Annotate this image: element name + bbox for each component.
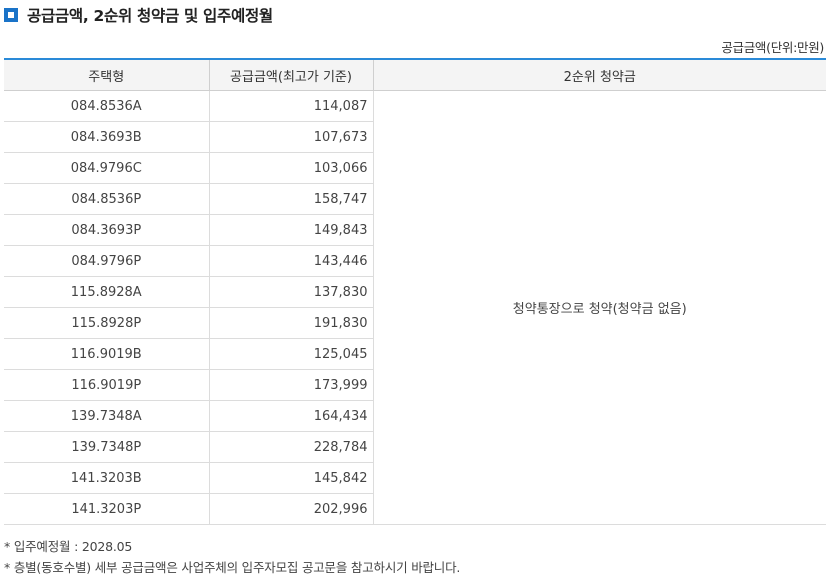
second-rank-deposit-cell: 청약통장으로 청약(청약금 없음)	[372, 90, 826, 525]
supply-amount-cell: 143,446	[208, 245, 373, 277]
housing-type-cell: 084.3693B	[4, 121, 209, 153]
supply-amount-cell: 107,673	[208, 121, 373, 153]
supply-amount-cell: 103,066	[208, 152, 373, 184]
supply-amount-cell: 149,843	[208, 214, 373, 246]
housing-type-cell: 115.8928A	[4, 276, 209, 308]
supply-amount-cell: 158,747	[208, 183, 373, 215]
unit-label: 공급금액(단위:만원)	[721, 40, 824, 55]
housing-type-cell: 084.3693P	[4, 214, 209, 246]
supply-amount-cell: 173,999	[208, 369, 373, 401]
table-body: 084.8536A 114,087 청약통장으로 청약(청약금 없음) 084.369…	[4, 90, 826, 525]
housing-type-cell: 116.9019B	[4, 338, 209, 370]
housing-type-cell: 139.7348P	[4, 431, 209, 463]
column-header-housing-type: 주택형	[4, 58, 209, 91]
supply-amount-cell: 137,830	[208, 276, 373, 308]
housing-type-cell: 084.8536A	[4, 90, 209, 122]
page: 공급금액, 2순위 청약금 및 입주예정월 공급금액(단위:만원) 주택형 공급…	[0, 0, 828, 581]
supply-amount-cell: 228,784	[208, 431, 373, 463]
housing-type-cell: 115.8928P	[4, 307, 209, 339]
housing-type-cell: 084.8536P	[4, 183, 209, 215]
table-row: 084.8536A 114,087 청약통장으로 청약(청약금 없음)	[4, 90, 826, 525]
note-move-in-month: * 입주예정월 : 2028.05	[4, 539, 133, 554]
supply-amount-cell: 114,087	[208, 90, 373, 122]
column-header-second-rank-deposit: 2순위 청약금	[372, 58, 826, 91]
notes: * 입주예정월 : 2028.05 * 층별(동호수별) 세부 공급금액은 사업…	[4, 536, 460, 578]
supply-amount-cell: 125,045	[208, 338, 373, 370]
housing-type-cell: 116.9019P	[4, 369, 209, 401]
housing-type-cell: 141.3203P	[4, 493, 209, 525]
square-bullet-icon	[4, 8, 18, 22]
housing-type-cell: 139.7348A	[4, 400, 209, 432]
housing-type-cell: 084.9796C	[4, 152, 209, 184]
supply-amount-cell: 202,996	[208, 493, 373, 525]
supply-price-table: 주택형 공급금액(최고가 기준) 2순위 청약금 084.8536A 114,08…	[4, 58, 826, 525]
supply-amount-cell: 145,842	[208, 462, 373, 494]
table-header-row: 주택형 공급금액(최고가 기준) 2순위 청약금	[4, 58, 826, 91]
section-heading: 공급금액, 2순위 청약금 및 입주예정월	[4, 5, 273, 25]
column-header-supply-amount: 공급금액(최고가 기준)	[208, 58, 373, 91]
supply-amount-cell: 191,830	[208, 307, 373, 339]
supply-amount-cell: 164,434	[208, 400, 373, 432]
section-title: 공급금액, 2순위 청약금 및 입주예정월	[27, 7, 273, 25]
housing-type-cell: 141.3203B	[4, 462, 209, 494]
note-detail-price: * 층별(동호수별) 세부 공급금액은 사업주체의 입주자모집 공고문을 참고하…	[4, 560, 461, 575]
housing-type-cell: 084.9796P	[4, 245, 209, 277]
